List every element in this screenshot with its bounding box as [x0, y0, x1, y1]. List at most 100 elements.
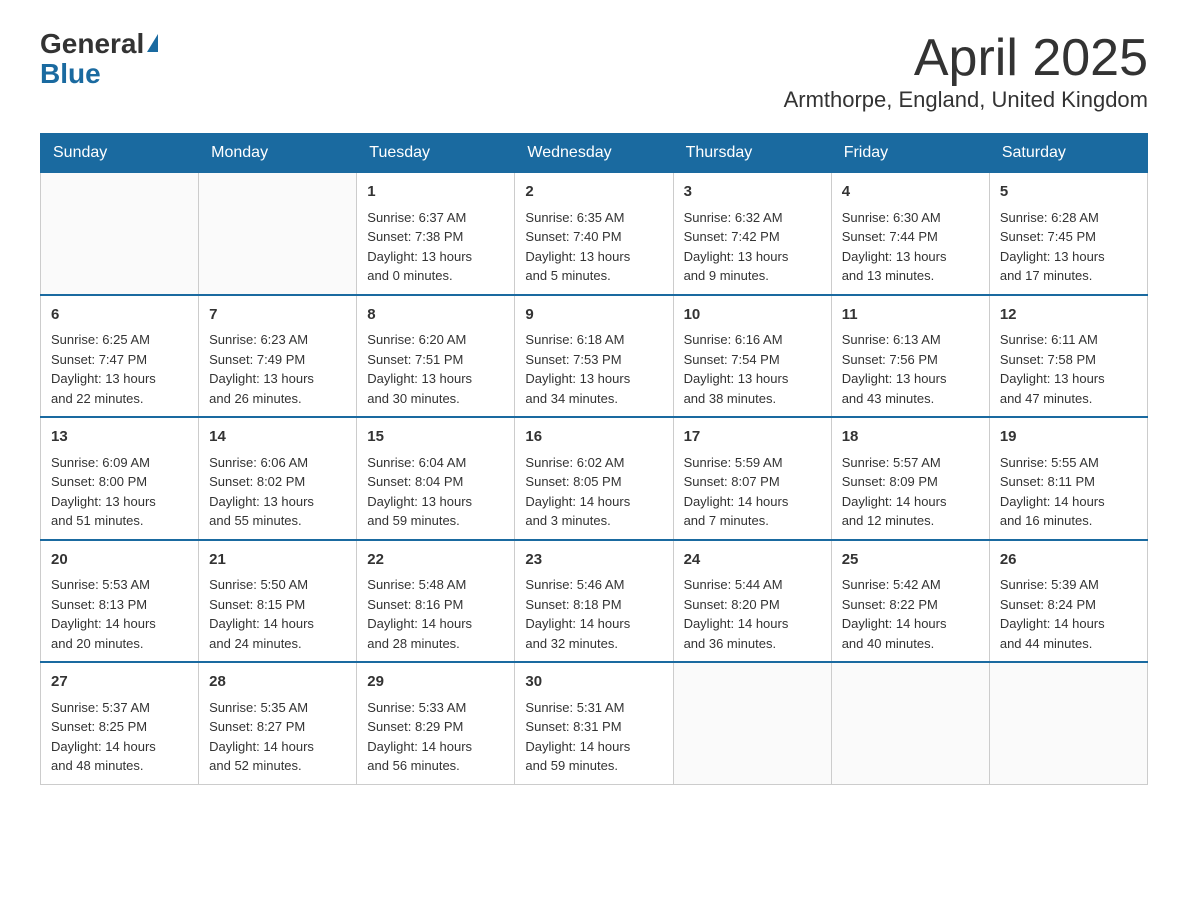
day-header-tuesday: Tuesday [357, 134, 515, 173]
day-number: 22 [367, 549, 504, 572]
page-header: General Blue April 2025 Armthorpe, Engla… [40, 30, 1148, 113]
day-number: 18 [842, 426, 979, 449]
calendar-cell: 21 Sunrise: 5:50 AM Sunset: 8:15 PM Dayli… [199, 540, 357, 663]
title-block: April 2025 Armthorpe, England, United Ki… [784, 30, 1148, 113]
day-info: Sunrise: 5:59 AM Sunset: 8:07 PM Dayligh… [684, 453, 821, 531]
calendar-cell: 29 Sunrise: 5:33 AM Sunset: 8:29 PM Dayli… [357, 662, 515, 784]
calendar-cell: 9Sunrise: 6:18 AM Sunset: 7:53 PM Daylig… [515, 295, 673, 418]
day-info: Sunrise: 6:30 AM Sunset: 7:44 PM Dayligh… [842, 208, 979, 286]
day-number: 7 [209, 304, 346, 327]
calendar-cell: 23 Sunrise: 5:46 AM Sunset: 8:18 PM Dayli… [515, 540, 673, 663]
day-header-saturday: Saturday [989, 134, 1147, 173]
day-number: 19 [1000, 426, 1137, 449]
calendar-cell [41, 173, 199, 295]
calendar-week-2: 6 Sunrise: 6:25 AM Sunset: 7:47 PM Daylig… [41, 295, 1148, 418]
day-info: Sunrise: 5:55 AM Sunset: 8:11 PM Dayligh… [1000, 453, 1137, 531]
calendar-week-5: 27Sunrise: 5:37 AM Sunset: 8:25 PM Dayli… [41, 662, 1148, 784]
day-info: Sunrise: 6:28 AM Sunset: 7:45 PM Dayligh… [1000, 208, 1137, 286]
day-info: Sunrise: 6:04 AM Sunset: 8:04 PM Dayligh… [367, 453, 504, 531]
day-info: Sunrise: 6:32 AM Sunset: 7:42 PM Dayligh… [684, 208, 821, 286]
day-number: 3 [684, 181, 821, 204]
calendar-cell [989, 662, 1147, 784]
day-number: 29 [367, 671, 504, 694]
day-info: Sunrise: 5:35 AM Sunset: 8:27 PM Dayligh… [209, 698, 346, 776]
calendar-cell [831, 662, 989, 784]
logo-top: General [40, 30, 158, 58]
calendar-cell: 17 Sunrise: 5:59 AM Sunset: 8:07 PM Dayli… [673, 417, 831, 540]
day-info: Sunrise: 6:06 AM Sunset: 8:02 PM Dayligh… [209, 453, 346, 531]
calendar-cell: 2 Sunrise: 6:35 AM Sunset: 7:40 PM Daylig… [515, 173, 673, 295]
day-header-friday: Friday [831, 134, 989, 173]
day-info: Sunrise: 5:44 AM Sunset: 8:20 PM Dayligh… [684, 575, 821, 653]
day-number: 24 [684, 549, 821, 572]
day-number: 17 [684, 426, 821, 449]
calendar-cell: 27Sunrise: 5:37 AM Sunset: 8:25 PM Dayli… [41, 662, 199, 784]
day-number: 12 [1000, 304, 1137, 327]
calendar-cell: 24 Sunrise: 5:44 AM Sunset: 8:20 PM Dayli… [673, 540, 831, 663]
day-info: Sunrise: 6:02 AM Sunset: 8:05 PM Dayligh… [525, 453, 662, 531]
calendar-cell: 10Sunrise: 6:16 AM Sunset: 7:54 PM Dayli… [673, 295, 831, 418]
day-number: 26 [1000, 549, 1137, 572]
calendar-cell: 12 Sunrise: 6:11 AM Sunset: 7:58 PM Dayli… [989, 295, 1147, 418]
day-number: 20 [51, 549, 188, 572]
day-number: 16 [525, 426, 662, 449]
day-info: Sunrise: 5:50 AM Sunset: 8:15 PM Dayligh… [209, 575, 346, 653]
day-info: Sunrise: 5:33 AM Sunset: 8:29 PM Dayligh… [367, 698, 504, 776]
calendar-cell: 30Sunrise: 5:31 AM Sunset: 8:31 PM Dayli… [515, 662, 673, 784]
day-info: Sunrise: 6:23 AM Sunset: 7:49 PM Dayligh… [209, 330, 346, 408]
calendar-cell: 25Sunrise: 5:42 AM Sunset: 8:22 PM Dayli… [831, 540, 989, 663]
calendar-cell: 1Sunrise: 6:37 AM Sunset: 7:38 PM Daylig… [357, 173, 515, 295]
calendar-cell: 22 Sunrise: 5:48 AM Sunset: 8:16 PM Dayli… [357, 540, 515, 663]
calendar-cell: 13Sunrise: 6:09 AM Sunset: 8:00 PM Dayli… [41, 417, 199, 540]
page-title: April 2025 [784, 30, 1148, 87]
day-number: 8 [367, 304, 504, 327]
calendar-cell: 11 Sunrise: 6:13 AM Sunset: 7:56 PM Dayli… [831, 295, 989, 418]
day-number: 4 [842, 181, 979, 204]
day-number: 25 [842, 549, 979, 572]
calendar-cell [199, 173, 357, 295]
day-number: 5 [1000, 181, 1137, 204]
calendar-cell: 3 Sunrise: 6:32 AM Sunset: 7:42 PM Daylig… [673, 173, 831, 295]
day-number: 2 [525, 181, 662, 204]
calendar-cell: 15 Sunrise: 6:04 AM Sunset: 8:04 PM Dayli… [357, 417, 515, 540]
day-info: Sunrise: 5:39 AM Sunset: 8:24 PM Dayligh… [1000, 575, 1137, 653]
logo-bottom: Blue [40, 60, 158, 88]
calendar-cell: 8 Sunrise: 6:20 AM Sunset: 7:51 PM Daylig… [357, 295, 515, 418]
calendar-cell: 26 Sunrise: 5:39 AM Sunset: 8:24 PM Dayli… [989, 540, 1147, 663]
day-info: Sunrise: 6:20 AM Sunset: 7:51 PM Dayligh… [367, 330, 504, 408]
day-info: Sunrise: 5:46 AM Sunset: 8:18 PM Dayligh… [525, 575, 662, 653]
calendar-week-3: 13Sunrise: 6:09 AM Sunset: 8:00 PM Dayli… [41, 417, 1148, 540]
page-subtitle: Armthorpe, England, United Kingdom [784, 87, 1148, 113]
day-number: 10 [684, 304, 821, 327]
calendar-cell: 16 Sunrise: 6:02 AM Sunset: 8:05 PM Dayli… [515, 417, 673, 540]
day-header-thursday: Thursday [673, 134, 831, 173]
day-number: 15 [367, 426, 504, 449]
day-info: Sunrise: 5:48 AM Sunset: 8:16 PM Dayligh… [367, 575, 504, 653]
day-header-sunday: Sunday [41, 134, 199, 173]
day-info: Sunrise: 6:11 AM Sunset: 7:58 PM Dayligh… [1000, 330, 1137, 408]
days-header-row: SundayMondayTuesdayWednesdayThursdayFrid… [41, 134, 1148, 173]
day-header-monday: Monday [199, 134, 357, 173]
day-info: Sunrise: 6:25 AM Sunset: 7:47 PM Dayligh… [51, 330, 188, 408]
day-header-wednesday: Wednesday [515, 134, 673, 173]
calendar-cell: 4 Sunrise: 6:30 AM Sunset: 7:44 PM Daylig… [831, 173, 989, 295]
day-number: 27 [51, 671, 188, 694]
day-number: 23 [525, 549, 662, 572]
logo: General Blue [40, 30, 158, 88]
calendar-cell: 5 Sunrise: 6:28 AM Sunset: 7:45 PM Daylig… [989, 173, 1147, 295]
calendar-cell [673, 662, 831, 784]
day-info: Sunrise: 6:13 AM Sunset: 7:56 PM Dayligh… [842, 330, 979, 408]
calendar-cell: 7 Sunrise: 6:23 AM Sunset: 7:49 PM Daylig… [199, 295, 357, 418]
day-number: 30 [525, 671, 662, 694]
day-info: Sunrise: 6:37 AM Sunset: 7:38 PM Dayligh… [367, 208, 504, 286]
calendar-table: SundayMondayTuesdayWednesdayThursdayFrid… [40, 133, 1148, 785]
day-info: Sunrise: 6:35 AM Sunset: 7:40 PM Dayligh… [525, 208, 662, 286]
calendar-cell: 19 Sunrise: 5:55 AM Sunset: 8:11 PM Dayli… [989, 417, 1147, 540]
calendar-body: 1Sunrise: 6:37 AM Sunset: 7:38 PM Daylig… [41, 173, 1148, 785]
calendar-cell: 6 Sunrise: 6:25 AM Sunset: 7:47 PM Daylig… [41, 295, 199, 418]
day-number: 11 [842, 304, 979, 327]
calendar-week-1: 1Sunrise: 6:37 AM Sunset: 7:38 PM Daylig… [41, 173, 1148, 295]
day-number: 21 [209, 549, 346, 572]
calendar-cell: 20Sunrise: 5:53 AM Sunset: 8:13 PM Dayli… [41, 540, 199, 663]
day-number: 6 [51, 304, 188, 327]
